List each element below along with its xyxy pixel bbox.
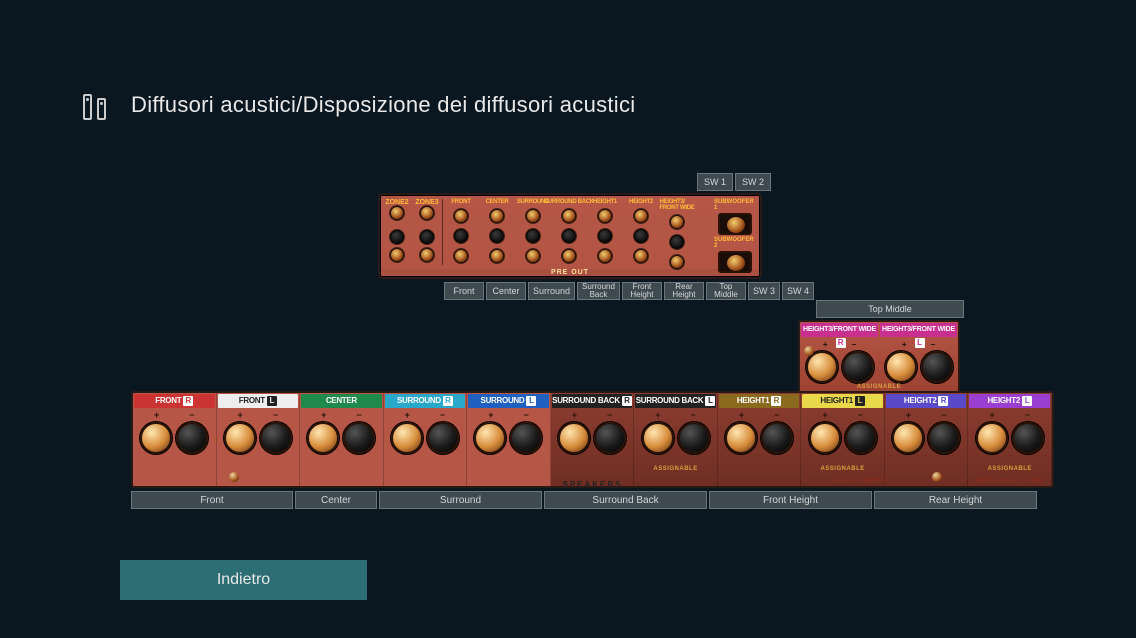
speaker-cell-header: SURROUNDR — [385, 394, 466, 408]
preout-zones: ZONE2 ZONE3 — [382, 197, 442, 275]
speaker-cell-9: HEIGHT2R+− — [885, 393, 969, 486]
page-header: Diffusori acustici/Disposizione dei diff… — [83, 90, 636, 120]
page-title: Diffusori acustici/Disposizione dei diff… — [131, 92, 636, 118]
preout-btn-8[interactable]: SW 4 — [782, 282, 814, 300]
preout-btn-2[interactable]: Surround — [528, 282, 575, 300]
speaker-cell-4: SURROUNDL+− — [467, 393, 551, 486]
assign-btn-front-height[interactable]: Front Height — [709, 491, 872, 509]
top-middle-chip: Top Middle — [816, 300, 964, 318]
preout-columns: FRONTCENTERSURROUNDSURROUND BACKHEIGHT1H… — [444, 197, 694, 269]
assign-btn-surround[interactable]: Surround — [379, 491, 542, 509]
assign-btn-front[interactable]: Front — [131, 491, 293, 509]
speaker-cell-3: SURROUNDR+− — [384, 393, 468, 486]
speaker-cell-7: HEIGHT1R+− — [718, 393, 802, 486]
h3-header-r: HEIGHT3/FRONT WIDER — [801, 323, 878, 337]
speaker-cell-header: HEIGHT2R — [886, 394, 967, 408]
preout-btn-3[interactable]: SurroundBack — [577, 282, 620, 300]
sw2-button[interactable]: SW 2 — [735, 173, 771, 191]
speaker-cell-header: HEIGHT2L — [969, 394, 1050, 408]
assignable-label: ASSIGNABLE — [968, 466, 1051, 472]
preout-btn-6[interactable]: TopMiddle — [706, 282, 746, 300]
preout-subwoofer: SUBWOOFER 1 SUBWOOFER 2 — [712, 197, 758, 275]
speaker-cell-8: HEIGHT1L+−ASSIGNABLE — [801, 393, 885, 486]
height3-panel: HEIGHT3/FRONT WIDER +− HEIGHT3/FRONT WID… — [798, 320, 960, 394]
h3-header-l: HEIGHT3/FRONT WIDEL — [880, 323, 957, 337]
preout-col: HEIGHT2 — [624, 197, 658, 269]
class2-label: CLASS 2 WIRING — [832, 478, 888, 484]
back-button[interactable]: Indietro — [120, 560, 367, 600]
top-middle-button[interactable]: Top Middle — [816, 300, 964, 318]
speaker-cell-header: HEIGHT1L — [802, 394, 883, 408]
preout-button-row: FrontCenterSurroundSurroundBackFrontHeig… — [444, 282, 814, 300]
preout-btn-5[interactable]: RearHeight — [664, 282, 704, 300]
speaker-cell-header: HEIGHT1R — [719, 394, 800, 408]
preout-col: CENTER — [480, 197, 514, 269]
assignable-label: ASSIGNABLE — [634, 466, 717, 472]
speaker-cell-header: SURROUND BACKR — [552, 394, 633, 408]
speaker-cell-0: FRONTR+− — [133, 393, 217, 486]
subwoofer-1-jack — [718, 213, 752, 235]
preout-label: PRE OUT — [380, 269, 760, 277]
speaker-cell-2: CENTER+− — [300, 393, 384, 486]
preout-panel: ZONE2 ZONE3 FRONTCENTERSURROUNDSURROUND … — [378, 193, 762, 279]
preout-col: HEIGHT1 — [588, 197, 622, 269]
speaker-cell-1: FRONTL+− — [217, 393, 301, 486]
speakers-panel: FRONTR+−FRONTL+−CENTER+−SURROUNDR+−SURRO… — [131, 391, 1054, 488]
speaker-cell-header: FRONTR — [134, 394, 215, 408]
assignable-label: ASSIGNABLE — [801, 466, 884, 472]
preout-sw-top-buttons: SW 1 SW 2 — [697, 173, 771, 191]
speakers-icon — [83, 90, 113, 120]
assign-btn-rear-height[interactable]: Rear Height — [874, 491, 1037, 509]
speaker-cell-5: SURROUND BACKR+− — [551, 393, 635, 486]
preout-col: FRONT — [444, 197, 478, 269]
h3-assignable: ASSIGNABLE — [800, 384, 958, 390]
sw1-button[interactable]: SW 1 — [697, 173, 733, 191]
speaker-assign-button-row: FrontCenterSurroundSurround BackFront He… — [131, 491, 1037, 509]
preout-btn-0[interactable]: Front — [444, 282, 484, 300]
speakers-label: SPEAKERS — [562, 480, 622, 489]
zone3-label: ZONE3 — [415, 199, 438, 206]
speaker-cell-header: SURROUND BACKL — [635, 394, 716, 408]
impedance-label: IMPEDANCE : 4~16Ω — [976, 478, 1044, 484]
preout-col: SURROUND BACK — [552, 197, 586, 269]
preout-col: SURROUND — [516, 197, 550, 269]
speaker-cell-header: FRONTL — [218, 394, 299, 408]
speaker-cell-10: HEIGHT2L+−ASSIGNABLE — [968, 393, 1052, 486]
preout-btn-1[interactable]: Center — [486, 282, 526, 300]
preout-btn-4[interactable]: FrontHeight — [622, 282, 662, 300]
assign-btn-center[interactable]: Center — [295, 491, 377, 509]
assign-btn-surround-back[interactable]: Surround Back — [544, 491, 707, 509]
zone2-label: ZONE2 — [385, 199, 408, 206]
preout-col: HEIGHT3/ FRONT WIDE — [660, 197, 694, 269]
preout-btn-7[interactable]: SW 3 — [748, 282, 780, 300]
speaker-cell-6: SURROUND BACKL+−ASSIGNABLE — [634, 393, 718, 486]
speaker-cell-header: SURROUNDL — [468, 394, 549, 408]
speaker-cell-header: CENTER — [301, 394, 382, 408]
